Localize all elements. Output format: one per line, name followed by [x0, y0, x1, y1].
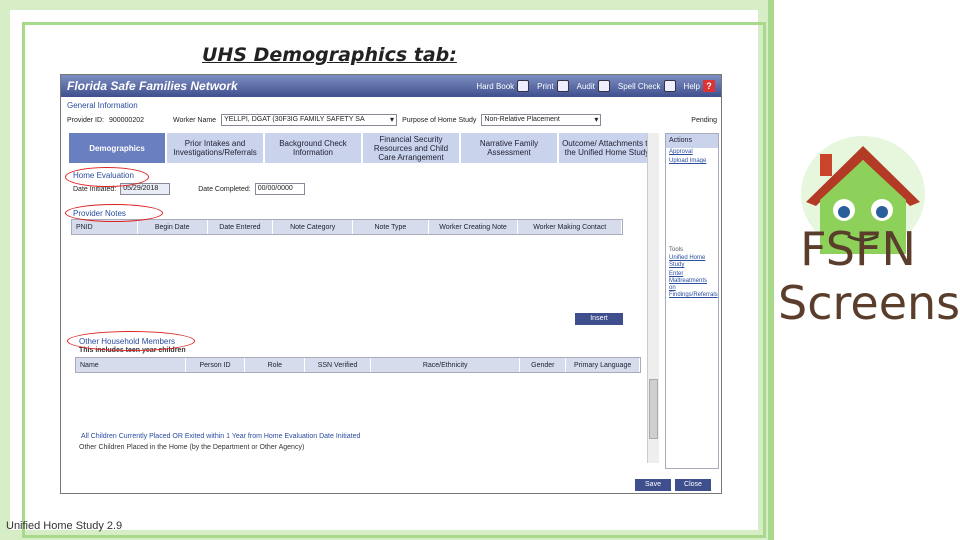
fsfn-window: Florida Safe Families Network Hard Book …: [60, 74, 722, 494]
column-header[interactable]: Race/Ethnicity: [371, 358, 521, 372]
column-header[interactable]: Begin Date: [138, 220, 208, 234]
audit-button[interactable]: Audit: [577, 80, 610, 92]
highlight-provider-notes: [65, 204, 163, 222]
audit-label: Audit: [576, 81, 595, 91]
tab-prior-intakes[interactable]: Prior Intakes and Investigations/Referra…: [167, 133, 265, 163]
pencil-icon: [517, 80, 530, 92]
close-button[interactable]: Close: [675, 479, 711, 491]
save-button[interactable]: Save: [635, 479, 671, 491]
provider-id-value: 900000202: [108, 116, 145, 124]
provider-notes-header: PNID Begin Date Date Entered Note Catego…: [71, 219, 623, 235]
help-icon: ?: [703, 80, 715, 92]
highlight-other-household: [67, 331, 195, 351]
enter-maltreatments-link[interactable]: Enter Maltreatments on Findings/Referral…: [666, 270, 718, 300]
column-header[interactable]: Primary Language: [566, 358, 640, 372]
tools-label: Tools: [669, 247, 684, 253]
help-button[interactable]: Help?: [684, 80, 715, 92]
hard-book-label: Hard Book: [476, 81, 515, 91]
approval-link[interactable]: Approval: [666, 148, 718, 157]
spellcheck-icon: [663, 80, 676, 92]
hard-book-button[interactable]: Hard Book: [476, 80, 530, 92]
actions-panel: Actions Approval Upload Image Tools Unif…: [665, 133, 719, 469]
date-completed-label: Date Completed:: [198, 185, 251, 193]
printer-icon: [556, 80, 569, 92]
audit-icon: [597, 80, 610, 92]
general-info-row: Provider ID: 900000202 Worker Name YELLP…: [67, 113, 717, 127]
highlight-home-evaluation: [65, 167, 149, 187]
other-children-label: Other Children Placed in the Home (by th…: [79, 444, 305, 451]
slide-divider: [768, 0, 774, 540]
tab-demographics[interactable]: Demographics: [69, 133, 167, 163]
household-header: Name Person ID Role SSN Verified Race/Et…: [75, 357, 641, 373]
column-header[interactable]: Person ID: [186, 358, 246, 372]
column-header[interactable]: Note Type: [353, 220, 429, 234]
status-text: Pending: [691, 116, 717, 124]
main-scrollbar[interactable]: [647, 133, 659, 463]
general-information-label: General Information: [67, 101, 138, 110]
column-header[interactable]: Note Category: [273, 220, 353, 234]
column-header[interactable]: Worker Creating Note: [429, 220, 519, 234]
actions-header: Actions: [666, 134, 718, 148]
spell-check-label: Spell Check: [617, 81, 661, 91]
tab-financial-security[interactable]: Financial Security Resources and Child C…: [363, 133, 461, 163]
tab-narrative-assessment[interactable]: Narrative Family Assessment: [461, 133, 559, 163]
column-header[interactable]: Name: [76, 358, 186, 372]
side-title: FSFN Screens: [778, 222, 960, 330]
scrollbar-thumb[interactable]: [649, 379, 658, 439]
worker-name-label: Worker Name: [173, 116, 217, 124]
slide-title-colon: :: [449, 44, 457, 66]
purpose-label: Purpose of Home Study: [402, 116, 477, 124]
slide-title: UHS Demographics tab:: [202, 44, 457, 66]
date-completed-field[interactable]: 00/00/0000: [254, 183, 305, 195]
column-header[interactable]: Gender: [520, 358, 567, 372]
print-button[interactable]: Print: [537, 80, 569, 92]
spell-check-button[interactable]: Spell Check: [618, 80, 676, 92]
column-header[interactable]: Role: [245, 358, 306, 372]
bottom-button-bar: Save Close: [635, 479, 711, 491]
print-label: Print: [537, 81, 554, 91]
tab-background-check[interactable]: Background Check Information: [265, 133, 363, 163]
app-brand: Florida Safe Families Network: [67, 79, 238, 93]
children-placed-label: All Children Currently Placed OR Exited …: [81, 433, 361, 440]
unified-home-study-link[interactable]: Unified Home Study: [666, 254, 718, 270]
purpose-select[interactable]: Non-Relative Placement: [481, 114, 602, 126]
column-header[interactable]: PNID: [72, 220, 138, 234]
slide-footer: Unified Home Study 2.9: [6, 520, 123, 532]
provider-id-label: Provider ID:: [67, 116, 104, 124]
app-toolbar: Florida Safe Families Network Hard Book …: [61, 75, 721, 97]
help-label: Help: [683, 81, 700, 91]
column-header[interactable]: SSN Verified: [305, 358, 371, 372]
worker-name-select[interactable]: YELLPI, DGAT (30F3IG FAMILY SAFETY SA: [221, 114, 398, 126]
column-header[interactable]: Worker Making Contact: [518, 220, 623, 234]
upload-image-link[interactable]: Upload Image: [666, 157, 718, 166]
tab-bar: Demographics Prior Intakes and Investiga…: [69, 133, 657, 163]
insert-button[interactable]: Insert: [575, 313, 623, 325]
column-header[interactable]: Date Entered: [208, 220, 274, 234]
tab-outcome-attachments[interactable]: Outcome/ Attachments to the Unified Home…: [559, 133, 657, 163]
slide-title-text: UHS Demographics tab: [202, 44, 450, 66]
